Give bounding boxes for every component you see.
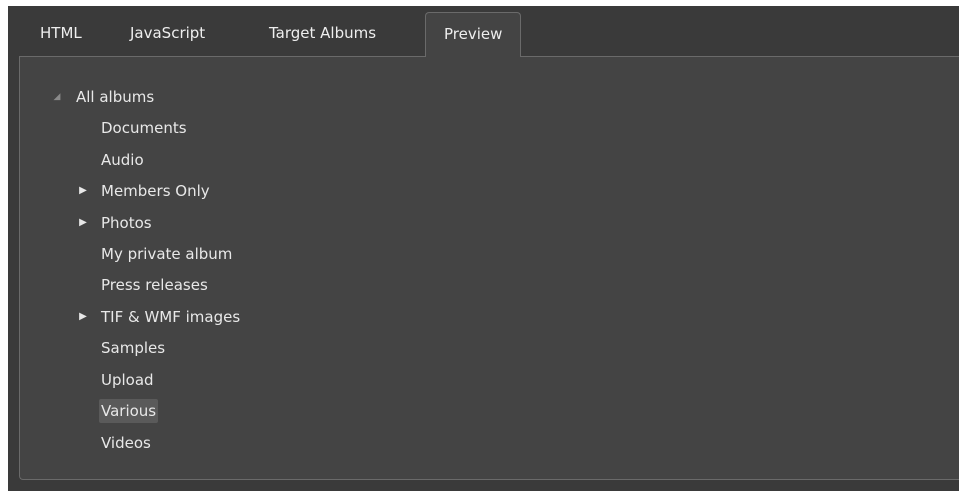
tree-item-videos[interactable]: Videos [99, 431, 153, 455]
tree-item-samples[interactable]: Samples [99, 336, 167, 360]
tree-item-upload[interactable]: Upload [99, 368, 156, 392]
tab-javascript[interactable]: JavaScript [130, 16, 205, 50]
triangle-right-icon[interactable]: ▶ [78, 305, 88, 329]
triangle-down-right-icon[interactable]: ◢ [52, 85, 62, 109]
tree-item-members-only[interactable]: Members Only [99, 179, 212, 203]
tab-preview[interactable]: Preview [425, 12, 522, 57]
tree-item-label: Samples [101, 339, 166, 357]
tree-item-label: Photos [101, 214, 152, 232]
tab-html[interactable]: HTML [40, 16, 82, 50]
tab-target-albums[interactable]: Target Albums [269, 16, 376, 50]
tree-item-label: Upload [101, 371, 154, 389]
tree-item-label: Documents [101, 119, 187, 137]
tree-item-label: Videos [101, 434, 151, 452]
albums-dialog: HTML JavaScript Target Albums Preview ◢ … [8, 6, 959, 491]
tree-item-label: Various [99, 399, 159, 423]
tab-bar: HTML JavaScript Target Albums Preview [8, 6, 959, 57]
triangle-right-icon[interactable]: ▶ [78, 211, 88, 235]
tree-item-my-private-album[interactable]: My private album [99, 242, 234, 266]
tree-item-documents[interactable]: Documents [99, 116, 189, 140]
tree-item-label: TIF & WMF images [101, 308, 241, 326]
preview-panel: ◢ All albums Documents Audio ▶ Members O… [19, 56, 959, 480]
tree-item-label: Audio [101, 151, 144, 169]
tree-item-label: Press releases [101, 276, 208, 294]
tree-item-press-releases[interactable]: Press releases [99, 273, 210, 297]
tree-item-label: All albums [76, 88, 155, 106]
tree-root-all-albums[interactable]: All albums [74, 85, 156, 109]
tree-item-audio[interactable]: Audio [99, 148, 146, 172]
tree-item-tif-wmf-images[interactable]: TIF & WMF images [99, 305, 242, 329]
tree-item-various[interactable]: Various [99, 399, 159, 423]
tree-item-label: My private album [101, 245, 233, 263]
tree-item-photos[interactable]: Photos [99, 211, 154, 235]
triangle-right-icon[interactable]: ▶ [78, 179, 88, 203]
tree-item-label: Members Only [101, 182, 210, 200]
